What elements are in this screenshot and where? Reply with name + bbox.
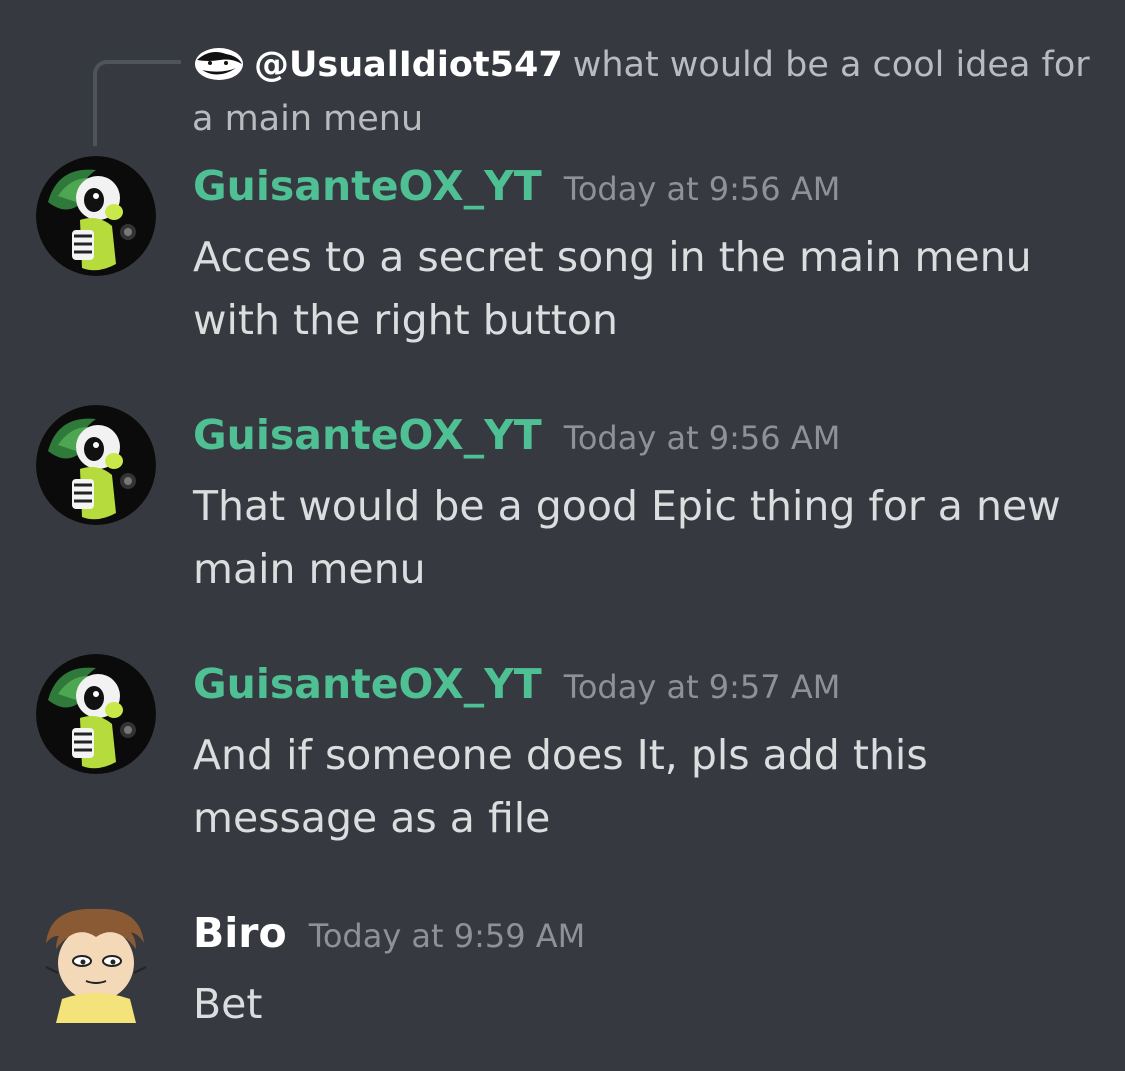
avatar[interactable] [36,654,156,774]
message-content: Bet [193,980,263,1028]
author-name[interactable]: GuisanteOX_YT [193,660,542,708]
timestamp[interactable]: Today at 9:56 AM [564,170,841,208]
avatar[interactable] [36,156,156,276]
message-header: Biro Today at 9:59 AM [193,909,585,965]
reply-preview[interactable]: @UsualIdiot547 what would be a cool idea … [192,38,1092,146]
reply-avatar [192,44,246,84]
message-header: GuisanteOX_YT Today at 9:56 AM [193,162,840,218]
message-content: And if someone does It, pls add this mes… [193,731,928,842]
author-name[interactable]: GuisanteOX_YT [193,411,542,459]
author-name[interactable]: Biro [193,909,287,957]
avatar[interactable] [36,405,156,525]
message-content: Acces to a secret song in the main menu … [193,233,1032,344]
message-header: GuisanteOX_YT Today at 9:57 AM [193,660,840,716]
message-header: GuisanteOX_YT Today at 9:56 AM [193,411,840,467]
timestamp[interactable]: Today at 9:56 AM [564,419,841,457]
timestamp[interactable]: Today at 9:59 AM [309,917,586,955]
author-name[interactable]: GuisanteOX_YT [193,162,542,210]
avatar[interactable] [36,903,156,1023]
reply-connector-line [93,60,181,146]
reply-author[interactable]: @UsualIdiot547 [254,45,563,85]
chat-log: @UsualIdiot547 what would be a cool idea … [0,0,1125,1071]
timestamp[interactable]: Today at 9:57 AM [564,668,841,706]
message-content: That would be a good Epic thing for a ne… [193,482,1061,593]
